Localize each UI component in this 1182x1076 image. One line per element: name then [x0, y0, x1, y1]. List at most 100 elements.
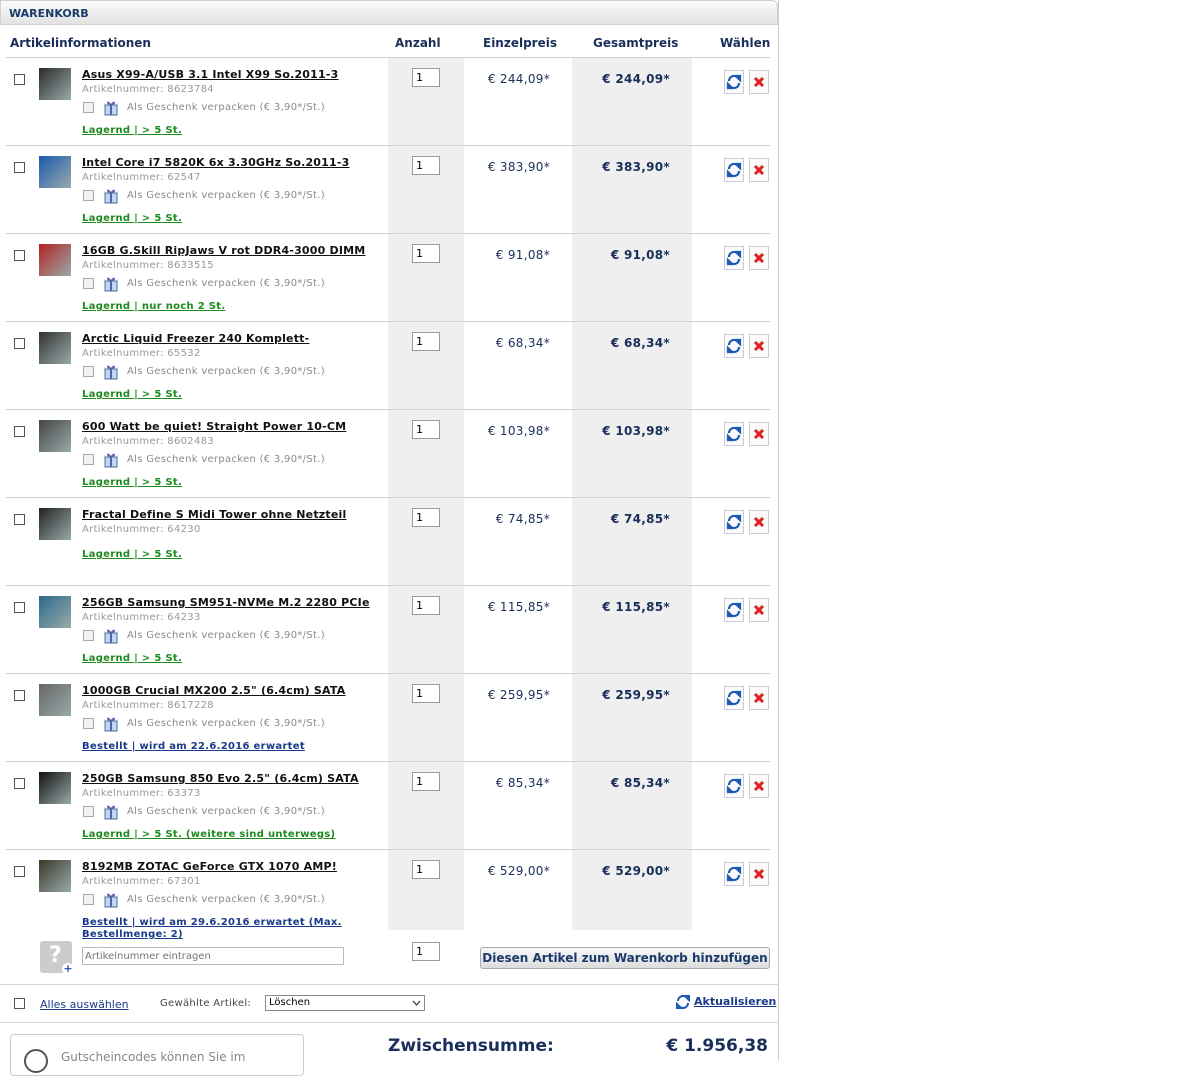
product-thumbnail[interactable] [39, 860, 71, 892]
product-thumbnail[interactable] [39, 244, 71, 276]
row-select-checkbox[interactable] [14, 250, 25, 261]
delete-row-button[interactable] [749, 246, 769, 270]
product-thumbnail[interactable] [39, 332, 71, 364]
cart-row: 1000GB Crucial MX200 2.5" (6.4cm) SATA Ar… [0, 674, 778, 762]
refresh-link[interactable]: Aktualisieren [694, 995, 776, 1008]
availability-status[interactable]: Lagernd | > 5 St. [82, 125, 182, 136]
availability-status[interactable]: Bestellt | wird am 29.6.2016 erwartet (M… [82, 917, 342, 928]
unit-price: € 91,08* [495, 248, 550, 262]
quantity-input[interactable]: 1 [412, 332, 440, 351]
product-thumbnail[interactable] [39, 684, 71, 716]
product-title[interactable]: Fractal Define S Midi Tower ohne Netztei… [82, 508, 346, 521]
row-select-checkbox[interactable] [14, 74, 25, 85]
product-title[interactable]: Intel Core i7 5820K 6x 3.30GHz So.2011-3 [82, 156, 350, 169]
row-select-checkbox[interactable] [14, 690, 25, 701]
delete-row-button[interactable] [749, 598, 769, 622]
update-row-button[interactable] [724, 774, 744, 798]
refresh-icon [726, 250, 742, 266]
product-thumbnail[interactable] [39, 68, 71, 100]
row-select-checkbox[interactable] [14, 338, 25, 349]
update-row-button[interactable] [724, 862, 744, 886]
delete-row-button[interactable] [749, 774, 769, 798]
product-thumbnail[interactable] [39, 596, 71, 628]
quantity-input[interactable]: 1 [412, 684, 440, 703]
gift-wrap-checkbox[interactable] [83, 454, 94, 465]
update-row-button[interactable] [724, 70, 744, 94]
add-to-cart-button[interactable]: Diesen Artikel zum Warenkorb hinzufügen [480, 947, 770, 969]
select-all-link[interactable]: Alles auswählen [40, 998, 129, 1011]
bulk-action-select[interactable]: Löschen [265, 995, 425, 1011]
availability-status[interactable]: Lagernd | > 5 St. (weitere sind unterweg… [82, 829, 335, 840]
availability-status[interactable]: Lagernd | > 5 St. [82, 389, 182, 400]
quantity-input[interactable]: 1 [412, 156, 440, 175]
availability-status[interactable]: Lagernd | > 5 St. [82, 213, 182, 224]
update-row-button[interactable] [724, 422, 744, 446]
delete-row-button[interactable] [749, 70, 769, 94]
update-row-button[interactable] [724, 246, 744, 270]
update-row-button[interactable] [724, 686, 744, 710]
row-select-checkbox[interactable] [14, 162, 25, 173]
product-title[interactable]: Arctic Liquid Freezer 240 Komplett- [82, 332, 309, 345]
product-thumbnail[interactable] [39, 420, 71, 452]
unit-price: € 68,34* [495, 336, 550, 350]
update-row-button[interactable] [724, 158, 744, 182]
col-header-qty: Anzahl [395, 36, 441, 50]
row-select-checkbox[interactable] [14, 514, 25, 525]
article-number-input[interactable] [82, 947, 344, 965]
quantity-input[interactable]: 1 [412, 508, 440, 527]
update-row-button[interactable] [724, 598, 744, 622]
gift-wrap-checkbox[interactable] [83, 630, 94, 641]
quantity-input[interactable]: 1 [412, 244, 440, 263]
delete-row-button[interactable] [749, 422, 769, 446]
delete-row-button[interactable] [749, 158, 769, 182]
row-select-checkbox[interactable] [14, 426, 25, 437]
product-title[interactable]: 600 Watt be quiet! Straight Power 10-CM [82, 420, 346, 433]
delete-row-button[interactable] [749, 510, 769, 534]
select-all-checkbox[interactable] [14, 998, 25, 1009]
gift-box-icon [104, 277, 118, 292]
quantity-input[interactable]: 1 [412, 860, 440, 879]
gift-wrap-checkbox[interactable] [83, 190, 94, 201]
availability-status[interactable]: Bestellt | wird am 22.6.2016 erwartet [82, 741, 305, 752]
gift-wrap-checkbox[interactable] [83, 894, 94, 905]
gift-wrap-checkbox[interactable] [83, 278, 94, 289]
quantity-input[interactable]: 1 [412, 772, 440, 791]
product-thumbnail[interactable] [39, 508, 71, 540]
add-qty-input[interactable]: 1 [412, 942, 440, 961]
product-title[interactable]: 250GB Samsung 850 Evo 2.5" (6.4cm) SATA [82, 772, 359, 785]
product-title[interactable]: 1000GB Crucial MX200 2.5" (6.4cm) SATA [82, 684, 345, 697]
row-select-checkbox[interactable] [14, 778, 25, 789]
availability-status[interactable]: Lagernd | > 5 St. [82, 549, 182, 560]
refresh-icon[interactable] [675, 993, 691, 1011]
row-select-checkbox[interactable] [14, 866, 25, 877]
quantity-input[interactable]: 1 [412, 420, 440, 439]
delete-row-button[interactable] [749, 334, 769, 358]
product-thumbnail[interactable] [39, 772, 71, 804]
product-title[interactable]: 16GB G.Skill RipJaws V rot DDR4-3000 DIM… [82, 244, 365, 257]
product-thumbnail[interactable] [39, 156, 71, 188]
delete-row-button[interactable] [749, 862, 769, 886]
availability-status[interactable]: Lagernd | > 5 St. [82, 653, 182, 664]
update-row-button[interactable] [724, 334, 744, 358]
gift-wrap-checkbox[interactable] [83, 718, 94, 729]
gift-wrap-checkbox[interactable] [83, 806, 94, 817]
update-row-button[interactable] [724, 510, 744, 534]
cart-row: 16GB G.Skill RipJaws V rot DDR4-3000 DIM… [0, 234, 778, 322]
gift-wrap-checkbox[interactable] [83, 366, 94, 377]
quantity-input[interactable]: 1 [412, 596, 440, 615]
availability-status[interactable]: Lagernd | nur noch 2 St. [82, 301, 225, 312]
quantity-input[interactable]: 1 [412, 68, 440, 87]
product-title[interactable]: Asus X99-A/USB 3.1 Intel X99 So.2011-3 [82, 68, 339, 81]
product-title[interactable]: 8192MB ZOTAC GeForce GTX 1070 AMP! [82, 860, 337, 873]
row-select-checkbox[interactable] [14, 602, 25, 613]
gift-wrap-label: Als Geschenk verpacken (€ 3,90*/St.) [127, 630, 325, 641]
gift-wrap-checkbox[interactable] [83, 102, 94, 113]
gift-box-icon [104, 189, 118, 204]
unknown-product-icon: ? + [40, 941, 74, 975]
subtotal-value: € 1.956,38 [666, 1036, 768, 1056]
cart-row: 256GB Samsung SM951-NVMe M.2 2280 PCIe Ar… [0, 586, 778, 674]
availability-status[interactable]: Lagernd | > 5 St. [82, 477, 182, 488]
unit-price: € 103,98* [487, 424, 550, 438]
product-title[interactable]: 256GB Samsung SM951-NVMe M.2 2280 PCIe [82, 596, 370, 609]
delete-row-button[interactable] [749, 686, 769, 710]
